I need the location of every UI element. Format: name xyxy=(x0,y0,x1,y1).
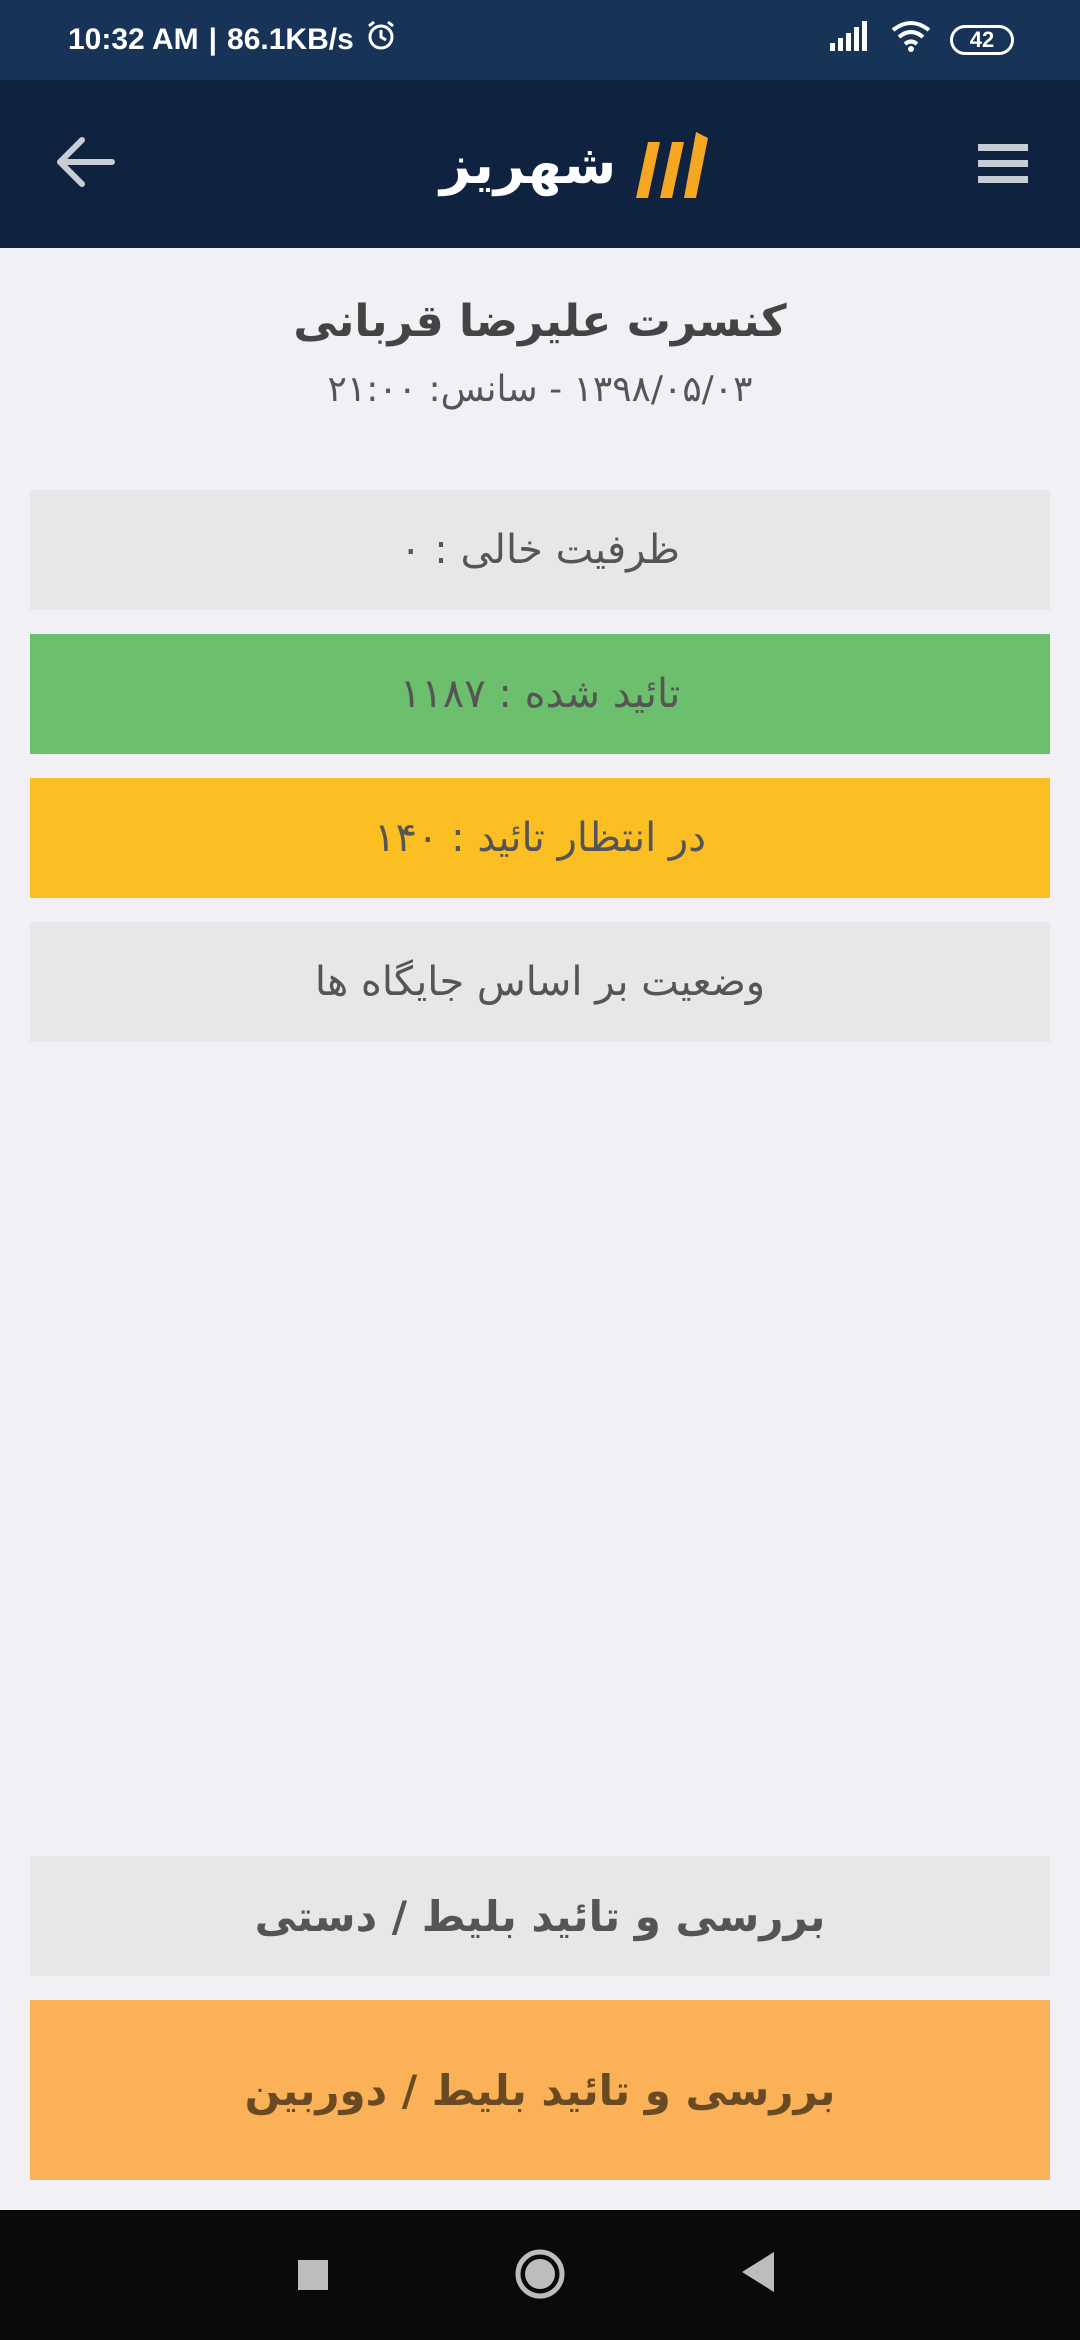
status-right: 42 xyxy=(830,20,1014,60)
logo-mark-icon xyxy=(636,132,709,198)
empty-capacity-label: ظرفیت خالی : ۰ xyxy=(400,527,680,573)
back-button[interactable] xyxy=(50,132,118,192)
manual-verify-button[interactable]: بررسی و تائید بلیط / دستی xyxy=(30,1856,1050,1976)
wifi-icon xyxy=(890,20,932,60)
manual-verify-label: بررسی و تائید بلیط / دستی xyxy=(254,1891,826,1941)
battery-indicator: 42 xyxy=(950,25,1014,55)
status-separator: | xyxy=(208,23,218,56)
pending-label: در انتظار تائید : ۱۴۰ xyxy=(373,815,707,861)
signal-icon xyxy=(830,21,872,59)
confirmed-row: تائید شده : ۱۱۸۷ xyxy=(30,634,1050,754)
system-nav-bar xyxy=(0,2210,1080,2340)
camera-verify-label: بررسی و تائید بلیط / دوربین xyxy=(244,2065,836,2115)
recents-icon[interactable] xyxy=(298,2260,328,2290)
logo-text: شهریز xyxy=(440,132,617,196)
status-bar: 10:32 AM | 86.1KB/s 42 xyxy=(0,0,1080,80)
status-time: 10:32 AM xyxy=(68,23,199,56)
event-date-session: ۱۳۹۸/۰۵/۰۳ - سانس: ۲۱:۰۰ xyxy=(327,369,753,410)
seat-status-button[interactable]: وضعیت بر اساس جایگاه ها xyxy=(30,922,1050,1042)
seat-status-label: وضعیت بر اساس جایگاه ها xyxy=(314,959,766,1005)
empty-capacity-row: ظرفیت خالی : ۰ xyxy=(30,490,1050,610)
home-icon[interactable] xyxy=(514,2248,566,2300)
event-title: کنسرت علیرضا قربانی xyxy=(293,296,787,347)
arrow-left-icon xyxy=(57,137,115,187)
system-back-icon[interactable] xyxy=(740,2250,776,2294)
confirmed-label: تائید شده : ۱۱۸۷ xyxy=(399,671,681,717)
hamburger-icon xyxy=(978,144,1028,183)
camera-verify-button[interactable]: بررسی و تائید بلیط / دوربین xyxy=(30,2000,1050,2180)
status-speed: 86.1KB/s xyxy=(227,23,354,56)
app-bar: شهریز xyxy=(0,80,1080,248)
menu-button[interactable] xyxy=(976,140,1030,188)
alarm-icon xyxy=(364,19,398,61)
status-left: 10:32 AM | 86.1KB/s xyxy=(68,19,398,61)
app-logo: شهریز xyxy=(440,124,714,204)
event-header: کنسرت علیرضا قربانی ۱۳۹۸/۰۵/۰۳ - سانس: ۲… xyxy=(0,296,1080,410)
pending-row: در انتظار تائید : ۱۴۰ xyxy=(30,778,1050,898)
